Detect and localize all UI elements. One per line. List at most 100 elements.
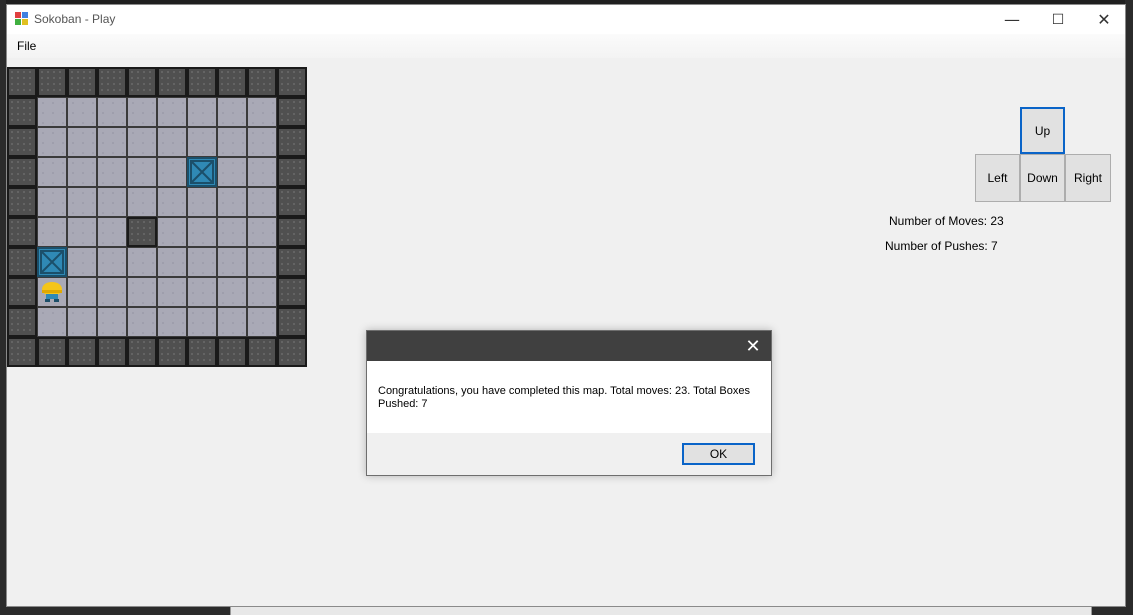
- box-tile: [37, 247, 67, 277]
- crate-icon: [40, 250, 64, 274]
- wall-tile: [67, 67, 97, 97]
- wall-tile: [277, 217, 307, 247]
- floor-tile: [157, 97, 187, 127]
- wall-tile: [187, 337, 217, 367]
- floor-tile: [217, 217, 247, 247]
- floor-tile: [217, 97, 247, 127]
- dialog-body: Congratulations, you have completed this…: [367, 361, 771, 433]
- floor-tile: [97, 217, 127, 247]
- wall-tile: [277, 247, 307, 277]
- menu-bar: File: [7, 34, 1125, 58]
- maximize-button[interactable]: ☐: [1035, 5, 1081, 34]
- wall-tile: [7, 127, 37, 157]
- floor-tile: [217, 247, 247, 277]
- floor-tile: [127, 247, 157, 277]
- floor-tile: [97, 307, 127, 337]
- floor-tile: [157, 277, 187, 307]
- wall-tile: [277, 97, 307, 127]
- wall-tile: [7, 277, 37, 307]
- floor-tile: [127, 307, 157, 337]
- left-button-label: Left: [987, 171, 1008, 185]
- floor-tile: [97, 247, 127, 277]
- floor-tile: [67, 307, 97, 337]
- floor-tile: [247, 127, 277, 157]
- floor-tile: [127, 127, 157, 157]
- wall-tile: [37, 67, 67, 97]
- wall-tile: [157, 67, 187, 97]
- wall-tile: [277, 337, 307, 367]
- background-window-edge: [230, 606, 1092, 615]
- wall-tile: [97, 67, 127, 97]
- floor-tile: [157, 157, 187, 187]
- maximize-icon: ☐: [1051, 11, 1065, 28]
- window-title: Sokoban - Play: [34, 12, 116, 26]
- game-board: [7, 67, 307, 367]
- right-button-label: Right: [1073, 171, 1102, 185]
- player-icon: [42, 282, 62, 302]
- pushes-counter: Number of Pushes: 7: [885, 239, 998, 253]
- floor-tile: [157, 307, 187, 337]
- floor-tile: [187, 127, 217, 157]
- floor-tile: [37, 157, 67, 187]
- desktop-background-right: [1125, 0, 1133, 615]
- floor-tile: [187, 307, 217, 337]
- floor-tile: [247, 187, 277, 217]
- floor-tile: [217, 307, 247, 337]
- wall-tile: [157, 337, 187, 367]
- floor-tile: [157, 187, 187, 217]
- wall-tile: [7, 187, 37, 217]
- floor-tile: [217, 277, 247, 307]
- wall-tile: [37, 337, 67, 367]
- wall-tile: [247, 67, 277, 97]
- floor-tile: [247, 97, 277, 127]
- floor-tile: [187, 187, 217, 217]
- wall-tile: [7, 157, 37, 187]
- wall-tile: [127, 67, 157, 97]
- floor-tile: [187, 247, 217, 277]
- floor-tile: [67, 187, 97, 217]
- minimize-button[interactable]: —: [989, 5, 1035, 34]
- moves-counter: Number of Moves: 23: [889, 214, 1004, 228]
- up-button-label: Up: [1034, 123, 1051, 138]
- wall-tile: [7, 97, 37, 127]
- down-button[interactable]: Down: [1020, 154, 1065, 202]
- wall-tile: [277, 187, 307, 217]
- floor-tile: [247, 307, 277, 337]
- floor-tile: [157, 217, 187, 247]
- floor-tile: [37, 97, 67, 127]
- floor-tile: [67, 217, 97, 247]
- floor-tile: [247, 217, 277, 247]
- floor-tile: [127, 97, 157, 127]
- close-icon: ✕: [1097, 10, 1111, 29]
- floor-tile: [97, 157, 127, 187]
- box-tile: [187, 157, 217, 187]
- floor-tile: [37, 307, 67, 337]
- wall-tile: [7, 247, 37, 277]
- floor-tile: [97, 127, 127, 157]
- title-bar[interactable]: Sokoban - Play — ☐ ✕: [7, 5, 1125, 34]
- floor-tile: [187, 217, 217, 247]
- wall-tile: [7, 217, 37, 247]
- dialog-title-bar[interactable]: ✕: [367, 331, 771, 361]
- floor-tile: [127, 157, 157, 187]
- floor-tile: [97, 277, 127, 307]
- dialog-close-button[interactable]: ✕: [741, 335, 765, 357]
- floor-tile: [67, 277, 97, 307]
- up-button[interactable]: Up: [1020, 107, 1065, 154]
- menu-file[interactable]: File: [17, 39, 36, 53]
- left-button[interactable]: Left: [975, 154, 1020, 202]
- wall-tile: [187, 67, 217, 97]
- ok-button[interactable]: OK: [682, 443, 755, 465]
- close-button[interactable]: ✕: [1081, 5, 1127, 34]
- right-button[interactable]: Right: [1065, 154, 1111, 202]
- floor-tile: [37, 217, 67, 247]
- sokoban-window: Sokoban - Play — ☐ ✕ File Up Left Down R…: [6, 4, 1126, 607]
- wall-tile: [97, 337, 127, 367]
- wall-tile: [67, 337, 97, 367]
- floor-tile: [157, 247, 187, 277]
- down-button-label: Down: [1027, 171, 1058, 185]
- wall-tile: [7, 67, 37, 97]
- floor-tile: [187, 97, 217, 127]
- wall-tile: [277, 157, 307, 187]
- floor-tile: [247, 277, 277, 307]
